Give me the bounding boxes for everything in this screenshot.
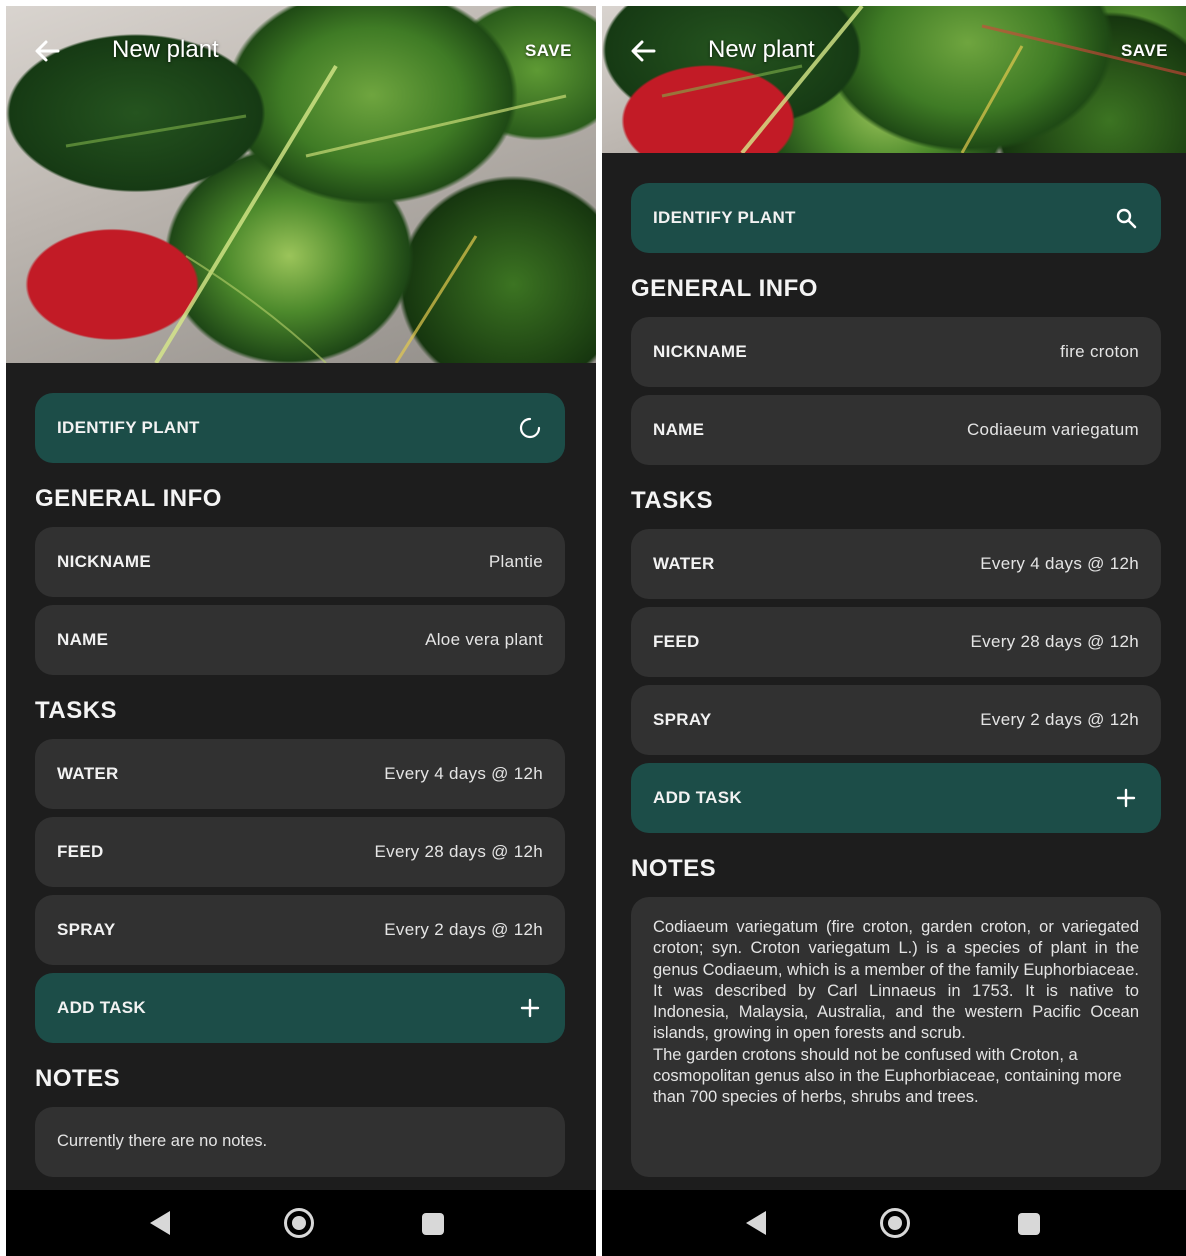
task-row-water[interactable]: WATER Every 4 days @ 12h	[35, 739, 565, 809]
identify-plant-label: IDENTIFY PLANT	[57, 418, 200, 437]
system-nav-bar	[602, 1190, 1186, 1256]
nav-back-icon[interactable]	[150, 1211, 170, 1235]
notes-field[interactable]: Currently there are no notes.	[35, 1107, 565, 1177]
general-info-heading: GENERAL INFO	[631, 275, 818, 302]
system-nav-bar	[6, 1190, 596, 1256]
notes-field[interactable]: Codiaeum variegatum (fire croton, garden…	[631, 897, 1161, 1177]
nav-recents-icon[interactable]	[422, 1213, 444, 1235]
nav-home-icon[interactable]	[284, 1208, 314, 1238]
back-arrow-icon[interactable]	[32, 36, 62, 66]
identify-plant-button[interactable]: IDENTIFY PLANT	[631, 183, 1161, 253]
task-label: WATER	[653, 554, 715, 573]
save-button[interactable]: SAVE	[1121, 41, 1168, 61]
task-label: WATER	[57, 764, 119, 783]
notes-heading: NOTES	[631, 855, 717, 882]
name-field[interactable]: NAME Aloe vera plant	[35, 605, 565, 675]
task-row-water[interactable]: WATER Every 4 days @ 12h	[631, 529, 1161, 599]
name-label: NAME	[653, 420, 705, 439]
nickname-label: NICKNAME	[653, 342, 748, 361]
tasks-heading: TASKS	[35, 697, 118, 724]
add-task-button[interactable]: ADD TASK	[35, 973, 565, 1043]
plant-photo[interactable]: New plant SAVE	[6, 6, 596, 363]
add-task-label: ADD TASK	[57, 998, 146, 1017]
page-title: New plant	[708, 36, 815, 63]
notes-heading: NOTES	[35, 1065, 121, 1092]
name-value: Aloe vera plant	[425, 630, 543, 649]
leaf-texture-graphic	[661, 6, 1186, 153]
notes-text: Currently there are no notes.	[57, 1132, 268, 1151]
name-field[interactable]: NAME Codiaeum variegatum	[631, 395, 1161, 465]
task-schedule: Every 4 days @ 12h	[384, 764, 543, 783]
add-task-label: ADD TASK	[653, 788, 742, 807]
task-row-spray[interactable]: SPRAY Every 2 days @ 12h	[35, 895, 565, 965]
form-content: IDENTIFY PLANT GENERAL INFO NICKNAME Pla…	[35, 393, 565, 1177]
nav-home-icon[interactable]	[880, 1208, 910, 1238]
save-button[interactable]: SAVE	[525, 41, 572, 61]
task-schedule: Every 2 days @ 12h	[980, 710, 1139, 729]
search-icon	[1113, 205, 1139, 231]
leaf-texture-graphic	[65, 64, 567, 363]
phone-screen-left: New plant SAVE IDENTIFY PLANT GENERAL IN…	[6, 6, 596, 1256]
page-title: New plant	[112, 36, 219, 63]
nav-recents-icon[interactable]	[1018, 1213, 1040, 1235]
nickname-value: Plantie	[488, 552, 543, 571]
notes-paragraph: The garden crotons should not be confuse…	[653, 1045, 1122, 1107]
task-row-feed[interactable]: FEED Every 28 days @ 12h	[35, 817, 565, 887]
notes-paragraph: Codiaeum variegatum (fire croton, garden…	[653, 918, 1139, 1043]
identify-plant-label: IDENTIFY PLANT	[653, 208, 796, 227]
back-arrow-icon[interactable]	[628, 36, 658, 66]
nickname-value: fire croton	[1060, 342, 1139, 361]
nickname-field[interactable]: NICKNAME fire croton	[631, 317, 1161, 387]
plant-photo[interactable]: New plant SAVE	[602, 6, 1186, 153]
nickname-label: NICKNAME	[57, 552, 152, 571]
plus-icon	[1113, 785, 1139, 811]
name-value: Codiaeum variegatum	[966, 420, 1139, 439]
loading-spinner-icon	[517, 415, 543, 441]
form-content: IDENTIFY PLANT GENERAL INFO NICKNAME fir…	[631, 183, 1161, 1177]
name-label: NAME	[57, 630, 109, 649]
task-label: SPRAY	[653, 710, 712, 729]
task-row-feed[interactable]: FEED Every 28 days @ 12h	[631, 607, 1161, 677]
task-schedule: Every 2 days @ 12h	[384, 920, 543, 939]
identify-plant-button[interactable]: IDENTIFY PLANT	[35, 393, 565, 463]
nav-back-icon[interactable]	[746, 1211, 766, 1235]
task-label: SPRAY	[57, 920, 116, 939]
add-task-button[interactable]: ADD TASK	[631, 763, 1161, 833]
task-schedule: Every 4 days @ 12h	[980, 554, 1139, 573]
tasks-heading: TASKS	[631, 487, 714, 514]
nickname-field[interactable]: NICKNAME Plantie	[35, 527, 565, 597]
plus-icon	[517, 995, 543, 1021]
task-label: FEED	[653, 632, 700, 651]
task-row-spray[interactable]: SPRAY Every 2 days @ 12h	[631, 685, 1161, 755]
task-label: FEED	[57, 842, 104, 861]
phone-screen-right: New plant SAVE IDENTIFY PLANT GENERAL IN…	[602, 6, 1186, 1256]
task-schedule: Every 28 days @ 12h	[970, 632, 1139, 651]
task-schedule: Every 28 days @ 12h	[374, 842, 543, 861]
general-info-heading: GENERAL INFO	[35, 485, 222, 512]
